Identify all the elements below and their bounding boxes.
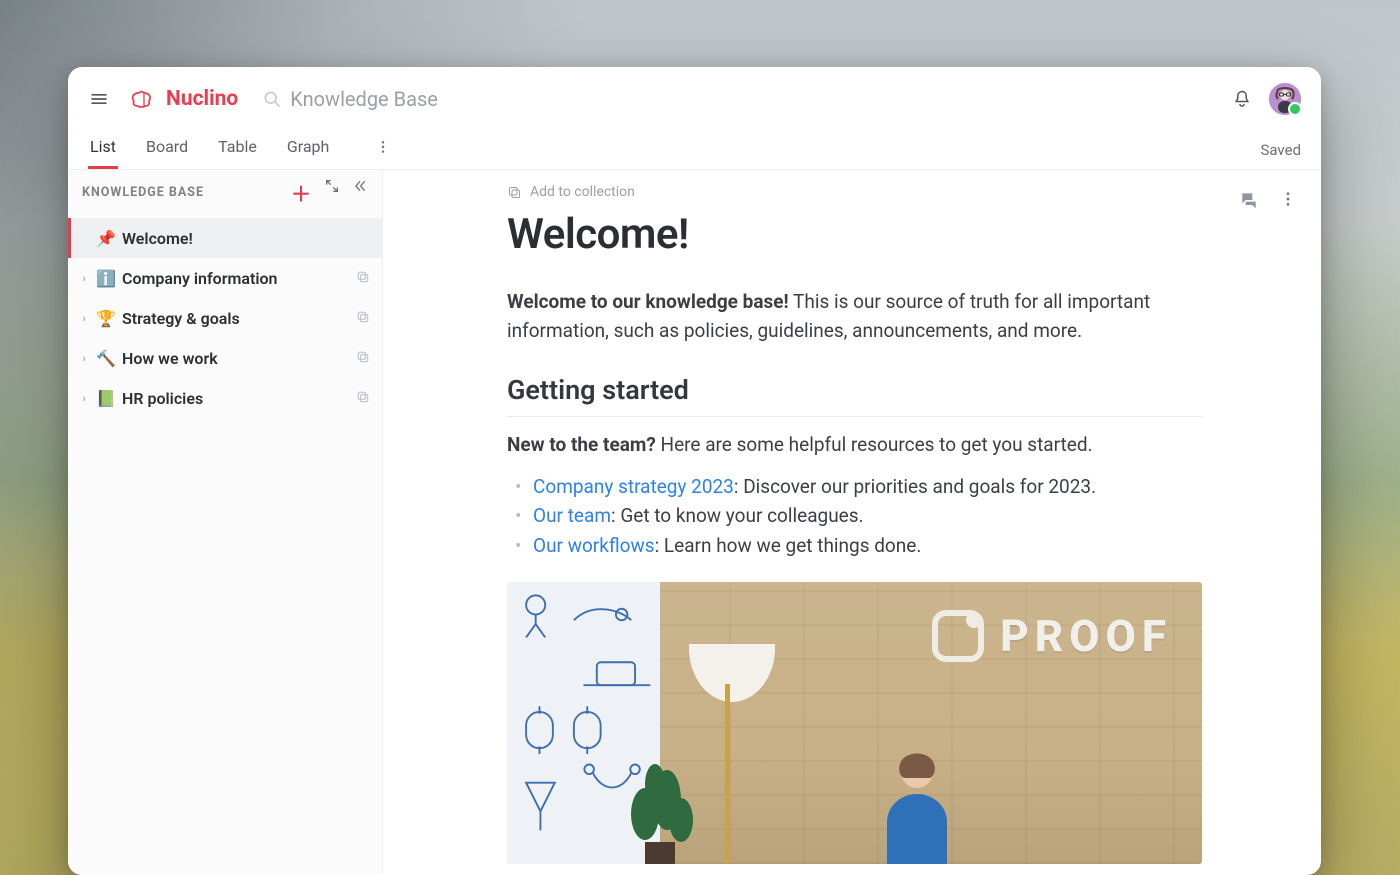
comments-button[interactable] — [1239, 190, 1259, 214]
sidebar-item-label: HR policies — [122, 389, 203, 408]
chevron-right-icon: › — [78, 272, 90, 285]
page-title[interactable]: Welcome! — [507, 210, 1299, 259]
hero-sign-text: PROOF — [1000, 610, 1172, 662]
info-icon: ℹ️ — [96, 269, 116, 288]
collapse-sidebar-button[interactable] — [352, 178, 368, 207]
workspace: KNOWLEDGE BASE ＋ 📌 — [68, 170, 1321, 875]
sub-bold: New to the team? — [507, 433, 656, 456]
collection-icon — [356, 269, 370, 288]
hero-sign: PROOF — [932, 610, 1172, 662]
avatar-image — [1269, 83, 1301, 115]
tab-label: Graph — [287, 137, 330, 156]
book-icon: 📗 — [96, 389, 116, 408]
trophy-icon: 🏆 — [96, 309, 116, 328]
pin-icon: 📌 — [96, 229, 116, 248]
hamburger-icon — [89, 89, 109, 109]
list-item-rest: : Discover our priorities and goals for … — [734, 475, 1096, 498]
new-item-button[interactable]: ＋ — [291, 178, 312, 207]
intro-bold: Welcome to our knowledge base! — [507, 290, 789, 313]
tab-label: Table — [218, 137, 257, 156]
link-our-workflows[interactable]: Our workflows — [533, 534, 655, 557]
doc-toolbar — [1239, 190, 1297, 214]
sidebar-tree: 📌 Welcome! › ℹ️ Company information › 🏆 … — [68, 214, 382, 428]
save-status: Saved — [1260, 141, 1301, 169]
topbar: Nuclino Knowledge Base — [68, 67, 1321, 130]
sidebar-heading-row: KNOWLEDGE BASE ＋ — [68, 170, 382, 214]
chevrons-left-icon — [352, 178, 368, 194]
sidebar-item-hr-policies[interactable]: › 📗 HR policies — [68, 378, 382, 418]
hamburger-menu-button[interactable] — [82, 82, 116, 116]
bell-icon — [1232, 89, 1252, 109]
list-item[interactable]: Our workflows: Learn how we get things d… — [511, 531, 1299, 560]
comments-icon — [1239, 190, 1259, 210]
tab-board[interactable]: Board — [144, 137, 190, 169]
sub-rest: Here are some helpful resources to get y… — [656, 433, 1093, 456]
add-to-collection-button[interactable]: Add to collection — [507, 184, 635, 200]
content-area: Add to collection Welcome! Welcome to ou… — [383, 170, 1321, 875]
hero-sign-logo-icon — [932, 610, 984, 662]
brand-name: Nuclino — [166, 87, 238, 111]
app-window: Nuclino Knowledge Base — [68, 67, 1321, 875]
link-company-strategy[interactable]: Company strategy 2023 — [533, 475, 734, 498]
notifications-button[interactable] — [1225, 82, 1259, 116]
document: Add to collection Welcome! Welcome to ou… — [383, 170, 1321, 864]
chevron-right-icon: › — [78, 392, 90, 405]
search[interactable]: Knowledge Base — [262, 87, 802, 111]
hero-plant — [615, 724, 705, 864]
link-our-team[interactable]: Our team — [533, 504, 611, 527]
sidebar-item-label: Welcome! — [122, 229, 193, 248]
tab-list[interactable]: List — [88, 137, 118, 169]
section-getting-started[interactable]: Getting started — [507, 374, 1202, 417]
tab-label: List — [90, 137, 116, 156]
sidebar-item-label: Company information — [122, 269, 277, 288]
view-bar: List Board Table Graph Saved — [68, 130, 1321, 170]
sidebar-item-how-we-work[interactable]: › 🔨 How we work — [68, 338, 382, 378]
hero-image: PROOF — [507, 582, 1202, 864]
add-to-collection-label: Add to collection — [530, 184, 635, 200]
list-item-rest: : Learn how we get things done. — [655, 534, 922, 557]
sidebar-item-label: How we work — [122, 349, 218, 368]
brand[interactable]: Nuclino — [130, 87, 238, 111]
collection-icon — [356, 309, 370, 328]
hero-person — [842, 744, 992, 864]
view-more-button[interactable] — [375, 139, 391, 169]
collection-icon — [356, 349, 370, 368]
sidebar-item-welcome[interactable]: 📌 Welcome! — [68, 218, 382, 258]
list-item[interactable]: Company strategy 2023: Discover our prio… — [511, 472, 1299, 501]
sidebar: KNOWLEDGE BASE ＋ 📌 — [68, 170, 383, 875]
collection-icon — [356, 389, 370, 408]
sidebar-item-company-information[interactable]: › ℹ️ Company information — [68, 258, 382, 298]
avatar[interactable] — [1269, 83, 1301, 115]
resource-list: Company strategy 2023: Discover our prio… — [507, 472, 1299, 560]
brain-icon — [130, 88, 158, 110]
chevron-right-icon: › — [78, 352, 90, 365]
list-item-rest: : Get to know your colleagues. — [611, 504, 864, 527]
doc-more-button[interactable] — [1279, 190, 1297, 214]
kebab-icon — [1279, 190, 1297, 208]
expand-icon — [324, 178, 340, 194]
tab-table[interactable]: Table — [216, 137, 259, 169]
list-item[interactable]: Our team: Get to know your colleagues. — [511, 501, 1299, 530]
sidebar-item-label: Strategy & goals — [122, 309, 240, 328]
tab-label: Board — [146, 137, 188, 156]
tab-graph[interactable]: Graph — [285, 137, 332, 169]
collection-outline-icon — [507, 185, 522, 200]
search-icon — [262, 89, 282, 109]
section-sub[interactable]: New to the team? Here are some helpful r… — [507, 433, 1299, 456]
sidebar-item-strategy-goals[interactable]: › 🏆 Strategy & goals — [68, 298, 382, 338]
desktop-background: Nuclino Knowledge Base — [0, 0, 1400, 875]
intro-paragraph[interactable]: Welcome to our knowledge base! This is o… — [507, 287, 1187, 346]
search-placeholder: Knowledge Base — [290, 87, 438, 111]
hammer-icon: 🔨 — [96, 349, 116, 368]
chevron-right-icon: › — [78, 312, 90, 325]
sidebar-heading: KNOWLEDGE BASE — [82, 185, 204, 200]
kebab-icon — [375, 139, 391, 155]
expand-button[interactable] — [324, 178, 340, 207]
view-tabs: List Board Table Graph — [88, 137, 391, 169]
